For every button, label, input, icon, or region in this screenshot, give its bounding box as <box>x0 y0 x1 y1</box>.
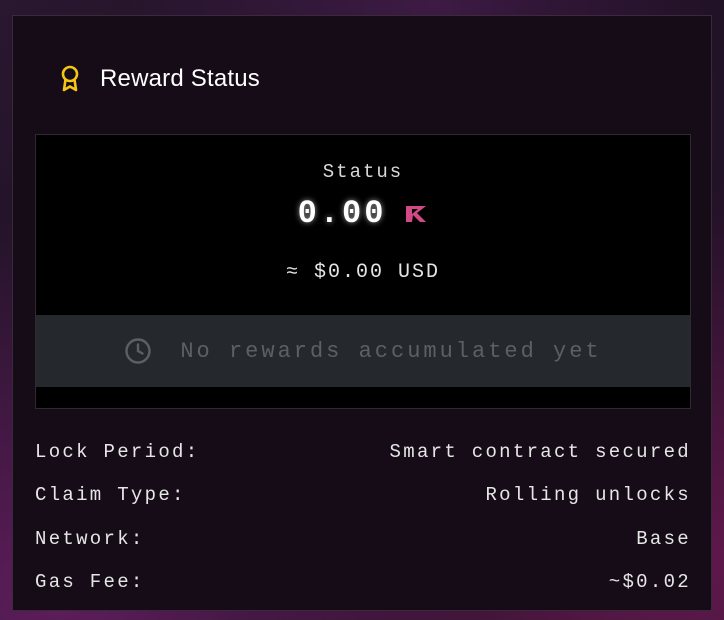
detail-label: Network: <box>35 527 145 550</box>
status-label: Status <box>322 161 404 183</box>
detail-value: Smart contract secured <box>389 440 691 463</box>
detail-value: ~$0.02 <box>608 571 691 594</box>
clock-icon <box>124 337 180 365</box>
notice-text: No rewards accumulated yet <box>180 338 602 364</box>
status-panel: Status 0.00 ≈ $0.00 USD No rewards accum… <box>35 134 691 409</box>
usd-value: ≈ $0.00 USD <box>285 261 441 284</box>
detail-row-network: Network: Base <box>35 517 691 561</box>
detail-row-claim-type: Claim Type: Rolling unlocks <box>35 474 691 518</box>
detail-value: Rolling unlocks <box>485 484 691 507</box>
reward-status-card: Reward Status Status 0.00 ≈ $0.00 USD No… <box>12 15 712 611</box>
detail-label: Lock Period: <box>35 440 200 463</box>
no-rewards-notice: No rewards accumulated yet <box>36 315 690 387</box>
card-title: Reward Status <box>100 65 261 92</box>
award-ribbon-icon <box>59 65 81 93</box>
card-header: Reward Status <box>59 65 260 93</box>
detail-value: Base <box>636 527 691 550</box>
amount-row: 0.00 <box>36 195 690 232</box>
detail-label: Claim Type: <box>35 484 186 507</box>
detail-row-lock-period: Lock Period: Smart contract secured <box>35 430 691 474</box>
detail-label: Gas Fee: <box>35 571 145 594</box>
token-logo-icon <box>386 204 428 224</box>
reward-amount: 0.00 <box>297 195 387 232</box>
details-list: Lock Period: Smart contract secured Clai… <box>35 430 691 604</box>
detail-row-gas-fee: Gas Fee: ~$0.02 <box>35 561 691 605</box>
